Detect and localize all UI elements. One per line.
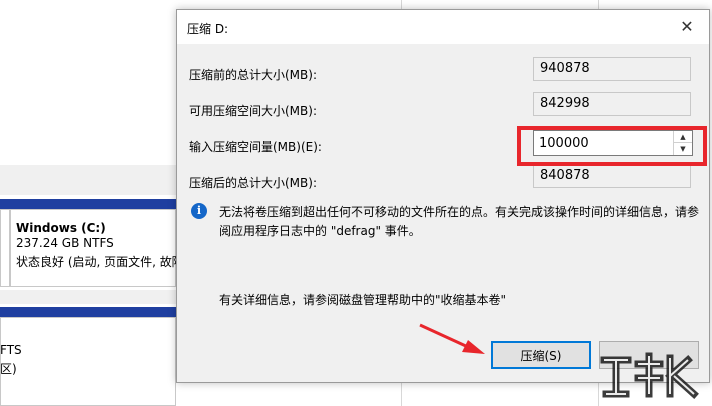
total-before-label: 压缩前的总计大小(MB): bbox=[189, 68, 317, 82]
disk0-partition-small[interactable] bbox=[0, 209, 10, 287]
disk0-band bbox=[0, 199, 176, 209]
available-shrink-field: 842998 bbox=[533, 92, 691, 116]
disk-panel-header bbox=[0, 165, 176, 195]
info-message: 无法将卷压缩到超出任何不可移动的文件所在的点。有关完成该操作时间的详细信息，请参… bbox=[219, 205, 700, 238]
close-icon[interactable]: ✕ bbox=[677, 17, 697, 37]
shrink-amount-stepper[interactable]: ▲ ▼ bbox=[533, 130, 693, 156]
spin-buttons: ▲ ▼ bbox=[673, 131, 692, 155]
spin-up-icon[interactable]: ▲ bbox=[674, 131, 692, 143]
dialog-titlebar[interactable]: 压缩 D: ✕ bbox=[177, 10, 709, 44]
volume-name: Windows (C:) bbox=[16, 221, 106, 235]
disk1-fs: FTS bbox=[0, 343, 22, 357]
help-message: 有关详细信息，请参阅磁盘管理帮助中的"收缩基本卷" bbox=[219, 293, 507, 307]
disk1-status: 区) bbox=[0, 362, 17, 376]
shrink-button[interactable]: 压缩(S) bbox=[491, 341, 591, 369]
volume-status: 状态良好 (启动, 页面文件, 故障 bbox=[16, 255, 176, 269]
total-after-label: 压缩后的总计大小(MB): bbox=[189, 176, 317, 190]
disk1-band bbox=[0, 307, 176, 317]
total-before-field: 940878 bbox=[533, 57, 691, 81]
spin-down-icon[interactable]: ▼ bbox=[674, 143, 692, 155]
disk-gap bbox=[0, 290, 176, 304]
info-icon: i bbox=[191, 203, 207, 219]
shrink-dialog: 压缩 D: ✕ 压缩前的总计大小(MB): 940878 可用压缩空间大小(MB… bbox=[176, 9, 710, 383]
watermark-logo bbox=[600, 352, 699, 399]
shrink-amount-label: 输入压缩空间量(MB)(E): bbox=[189, 140, 322, 154]
available-shrink-label: 可用压缩空间大小(MB): bbox=[189, 104, 317, 118]
dialog-title: 压缩 D: bbox=[187, 22, 229, 36]
total-after-field: 840878 bbox=[533, 164, 691, 188]
disk1-partition[interactable] bbox=[0, 317, 176, 406]
volume-size: 237.24 GB NTFS bbox=[16, 236, 114, 250]
shrink-amount-input[interactable] bbox=[539, 133, 669, 153]
